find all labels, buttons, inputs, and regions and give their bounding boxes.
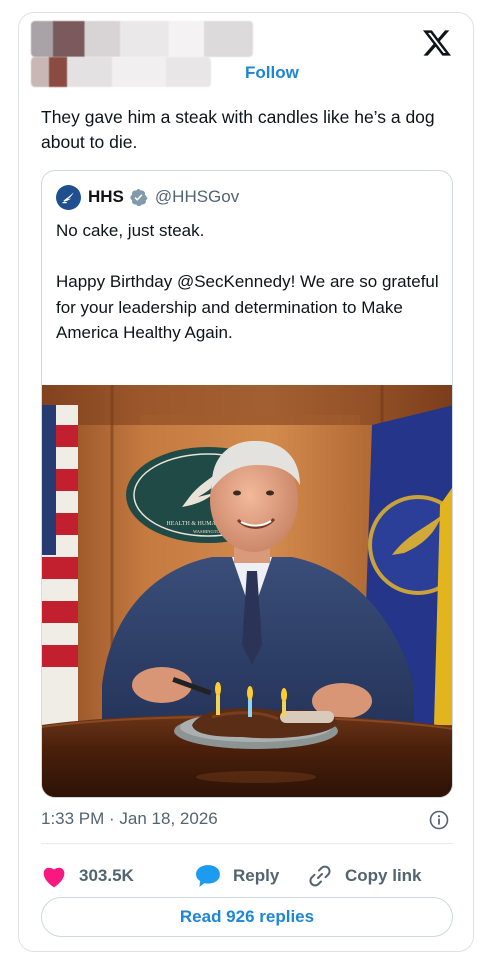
quoted-author-handle: @HHSGov bbox=[154, 187, 240, 206]
eagle-logo-icon bbox=[62, 191, 74, 203]
photo-illustration: HEALTH & HUMAN SERVICES WASHINGTON bbox=[42, 385, 452, 797]
tweet-card: Follow They gave him a steak with candle… bbox=[18, 12, 474, 952]
quoted-tweet[interactable]: HHS @HHSGov No cake, just steak. Happy B… bbox=[41, 170, 453, 798]
follow-button[interactable]: Follow bbox=[245, 63, 299, 83]
x-logo-icon[interactable] bbox=[423, 29, 451, 57]
hhs-avatar bbox=[56, 184, 81, 210]
tweet-body-text: They gave him a steak with candles like … bbox=[41, 107, 435, 152]
like-count: 303.5K bbox=[79, 866, 134, 885]
tweet-header: Follow bbox=[19, 13, 473, 93]
tweet-timestamp[interactable]: 1:33 PM · Jan 18, 2026 bbox=[41, 809, 218, 829]
tweet-actions: 303.5K Reply Copy link bbox=[41, 861, 455, 891]
quoted-author-name: HHS bbox=[88, 187, 124, 206]
copy-link-button[interactable]: Copy link bbox=[307, 861, 422, 891]
link-icon bbox=[309, 865, 331, 887]
quoted-tweet-text: No cake, just steak. Happy Birthday @Sec… bbox=[56, 221, 439, 342]
blurred-author-handle bbox=[31, 57, 211, 87]
birthday-steak-photo[interactable]: HEALTH & HUMAN SERVICES WASHINGTON bbox=[42, 385, 452, 797]
info-icon[interactable] bbox=[429, 810, 449, 830]
blurred-author-name bbox=[31, 21, 253, 57]
verified-badge-icon bbox=[130, 188, 148, 206]
heart-icon bbox=[43, 867, 65, 888]
reply-button[interactable]: Reply bbox=[195, 861, 279, 891]
tweet-embed-page: Follow They gave him a steak with candle… bbox=[0, 0, 500, 964]
quoted-tweet-header: HHS @HHSGov bbox=[56, 183, 239, 211]
copy-link-label: Copy link bbox=[345, 866, 422, 885]
like-button[interactable]: 303.5K bbox=[41, 861, 134, 891]
reply-bubble-icon bbox=[196, 865, 220, 887]
reply-label: Reply bbox=[233, 866, 280, 885]
divider bbox=[41, 843, 453, 844]
read-replies-button[interactable]: Read 926 replies bbox=[41, 897, 453, 937]
